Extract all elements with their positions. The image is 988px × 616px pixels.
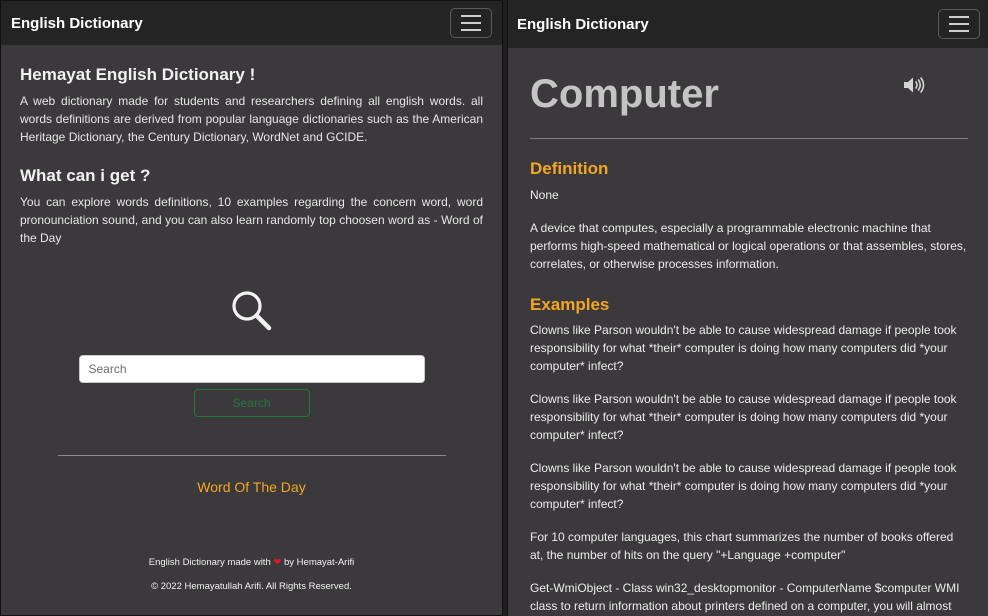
home-screen: English Dictionary Hemayat English Dicti…: [0, 0, 503, 616]
intro-title: Hemayat English Dictionary !: [20, 65, 256, 84]
word-detail: Computer Definition None A device that c…: [508, 48, 988, 616]
brand-title[interactable]: English Dictionary: [11, 15, 143, 32]
magnifier-icon: [231, 291, 271, 331]
hamburger-icon: [949, 23, 969, 25]
definition-none: None: [530, 188, 559, 202]
footer-made-suffix: by Hemayat-Arifi: [284, 557, 355, 568]
word-detail-screen: English Dictionary Computer Definition N…: [507, 0, 988, 616]
example-item: Get-WmiObject - Class win32_desktopmonit…: [530, 581, 960, 613]
features-title: What can i get ?: [20, 166, 151, 185]
word-title: Computer: [530, 72, 719, 116]
word-of-the-day-link[interactable]: Word Of The Day: [1, 479, 502, 495]
examples-title: Examples: [530, 295, 610, 314]
navbar: English Dictionary: [508, 0, 988, 48]
copyright: © 2022 Hemayatullah Arifi. All Rights Re…: [151, 581, 352, 592]
search-input[interactable]: [78, 355, 425, 383]
hamburger-icon: [461, 22, 481, 24]
hamburger-icon: [949, 16, 969, 18]
brand-title[interactable]: English Dictionary: [517, 16, 649, 33]
menu-toggle-button[interactable]: [450, 8, 492, 38]
hamburger-icon: [461, 15, 481, 17]
menu-toggle-button[interactable]: [938, 9, 980, 39]
intro-text: A web dictionary made for students and r…: [20, 94, 483, 144]
definition-title: Definition: [530, 159, 609, 178]
hamburger-icon: [949, 30, 969, 32]
word-header: Computer: [530, 70, 968, 118]
example-item: Clowns like Parson wouldn't be able to c…: [530, 392, 957, 442]
search-button[interactable]: Search: [193, 389, 310, 417]
example-item: Clowns like Parson wouldn't be able to c…: [530, 461, 957, 511]
divider: [57, 455, 446, 456]
footer-made-prefix: English Dictionary made with: [148, 557, 271, 568]
footer-credit: English Dictionary made with ❤ by Hemaya…: [1, 557, 502, 568]
example-item: For 10 computer languages, this chart su…: [530, 530, 954, 562]
navbar: English Dictionary: [1, 1, 502, 45]
heart-icon: ❤: [273, 557, 282, 568]
definition-text: A device that computes, especially a pro…: [530, 221, 967, 271]
example-item: Clowns like Parson wouldn't be able to c…: [530, 323, 957, 373]
intro-section: Hemayat English Dictionary ! A web dicti…: [1, 45, 502, 247]
divider: [530, 138, 968, 139]
hamburger-icon: [461, 29, 481, 31]
features-text: You can explore words definitions, 10 ex…: [20, 195, 483, 245]
speaker-icon[interactable]: [903, 76, 925, 94]
